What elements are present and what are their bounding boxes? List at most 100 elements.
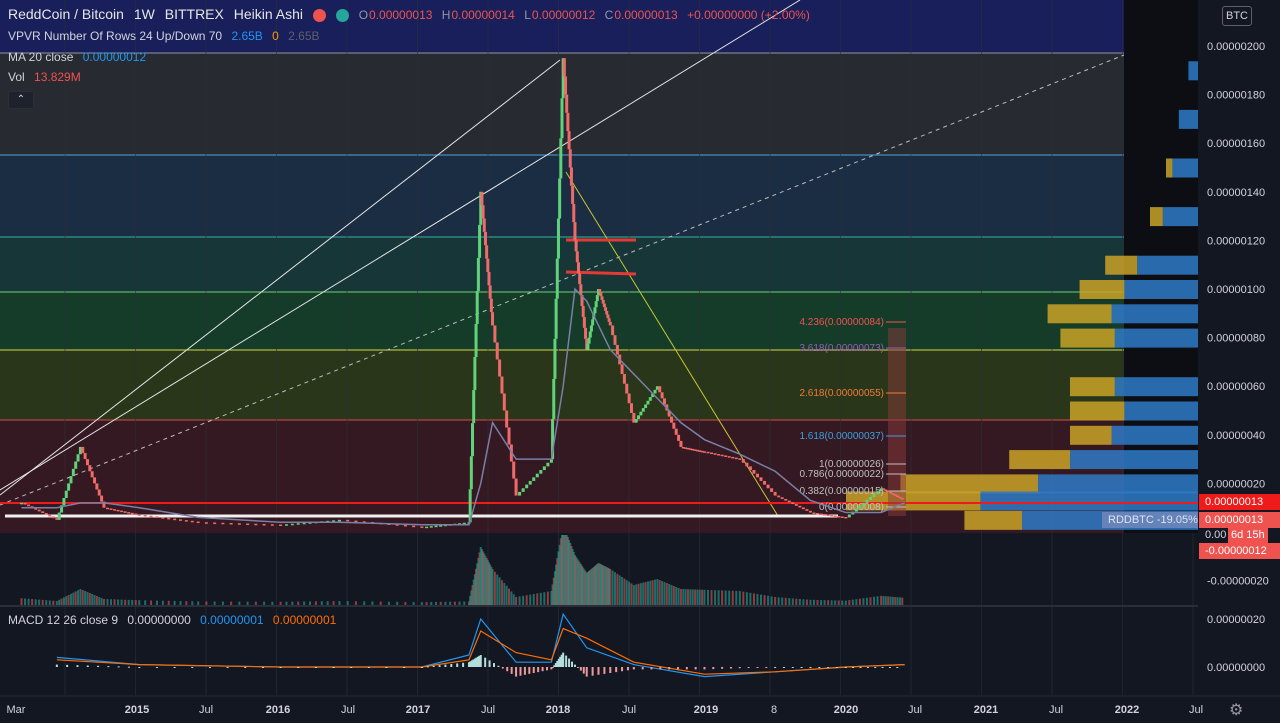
volume-bar xyxy=(738,591,741,605)
macd-hist-bar xyxy=(450,664,453,667)
volume-bar xyxy=(621,577,624,605)
price-candle xyxy=(500,376,504,394)
collapse-legend-button[interactable]: ⌃ xyxy=(8,91,34,109)
volume-bar xyxy=(862,598,865,605)
currency-button[interactable]: BTC xyxy=(1222,6,1252,26)
volume-bar xyxy=(167,600,170,605)
macd-hist-bar xyxy=(55,664,58,667)
volume-bar xyxy=(646,581,649,605)
price-candle xyxy=(702,451,706,453)
price-candle xyxy=(525,484,529,489)
volume-bar xyxy=(894,597,897,605)
price-candle xyxy=(559,138,563,179)
settings-gear-icon[interactable]: ⚙ xyxy=(1229,700,1243,720)
price-candle xyxy=(613,335,617,345)
alert-icon[interactable] xyxy=(312,8,326,22)
volume-bar xyxy=(834,600,837,605)
price-candle xyxy=(64,490,68,498)
price-candle xyxy=(569,167,573,186)
volume-bar xyxy=(731,590,734,605)
price-candle xyxy=(507,427,511,445)
volume-bar xyxy=(698,589,701,605)
volume-bar xyxy=(788,598,791,605)
price-candle xyxy=(773,491,777,496)
volume-bar xyxy=(79,589,82,605)
macd-hist-bar xyxy=(488,660,491,667)
volume-bar xyxy=(891,596,894,605)
volume-bar xyxy=(848,600,851,605)
price-candle xyxy=(562,58,566,77)
price-candle xyxy=(816,513,820,515)
price-candle xyxy=(420,526,424,528)
macd-hist-bar xyxy=(226,667,229,668)
price-candle xyxy=(674,428,678,435)
fib-level-label: 1.618(0.00000037) xyxy=(799,431,884,442)
volume-bar xyxy=(98,597,101,605)
volume-bar xyxy=(505,585,508,605)
vpvr-down-bar xyxy=(1009,450,1070,470)
volume-bar xyxy=(512,594,515,605)
volume-bar xyxy=(430,602,433,605)
macd-hist-bar xyxy=(874,667,877,668)
vpvr-up-bar xyxy=(1124,401,1198,421)
ma-legend[interactable]: MA 20 close 0.00000012 xyxy=(8,50,152,64)
volume-bar xyxy=(439,601,442,605)
price-candle xyxy=(591,319,595,326)
price-candle xyxy=(575,251,579,263)
macd-hist-bar xyxy=(881,667,884,668)
ma-name: MA 20 close xyxy=(8,50,74,64)
volume-bar xyxy=(131,599,134,605)
macd-hist-bar xyxy=(738,667,741,669)
volume-bar xyxy=(791,598,794,605)
macd-hist-bar xyxy=(426,666,429,668)
vpvr-up: 2.65B xyxy=(231,29,263,43)
time-axis-tick: 2020 xyxy=(834,704,858,716)
price-candle xyxy=(615,344,619,355)
vpvr-up-bar xyxy=(1111,304,1198,324)
price-candle xyxy=(48,514,52,517)
fib-zone xyxy=(0,350,1124,420)
symbol-name[interactable]: ReddCoin / Bitcoin xyxy=(8,6,124,22)
vpvr-legend[interactable]: VPVR Number Of Rows 24 Up/Down 70 2.65B … xyxy=(8,29,326,43)
vpvr-down-bar xyxy=(1150,207,1163,227)
volume-bar xyxy=(52,600,55,605)
macd-hist-bar xyxy=(576,667,579,668)
volume-bar xyxy=(20,598,23,605)
price-candle xyxy=(480,191,484,206)
vol-legend[interactable]: Vol 13.829M xyxy=(8,70,87,84)
vpvr-up-bar xyxy=(1070,450,1198,470)
macd-hist-bar xyxy=(676,667,679,670)
volume-bar xyxy=(387,601,390,605)
macd-legend[interactable]: MACD 12 26 close 9 0.00000000 0.00000001… xyxy=(8,613,342,627)
price-candle xyxy=(173,518,177,521)
macd-hist-bar xyxy=(532,667,535,673)
price-candle xyxy=(155,516,159,518)
status-icon[interactable] xyxy=(335,8,349,22)
volume-bar xyxy=(777,597,780,605)
volume-bar xyxy=(816,599,819,605)
macd-hist-bar xyxy=(573,664,576,667)
price-candle xyxy=(555,258,559,299)
macd-hist-bar xyxy=(632,667,635,670)
price-candle xyxy=(752,470,756,474)
volume-bar xyxy=(616,573,619,605)
macd-hist-bar xyxy=(510,667,513,674)
price-axis-tick: -0.00000020 xyxy=(1207,576,1269,588)
price-candle xyxy=(254,523,258,526)
volume-bar xyxy=(144,600,147,605)
volume-bar xyxy=(767,595,770,605)
volume-bar xyxy=(525,595,528,605)
price-candle xyxy=(161,517,165,519)
price-candle xyxy=(565,94,569,113)
macd-hist-bar xyxy=(888,667,891,668)
price-candle xyxy=(471,423,475,457)
interval[interactable]: 1W xyxy=(134,6,155,22)
price-candle xyxy=(475,290,479,324)
price-candle xyxy=(734,457,738,460)
volume-bar xyxy=(309,601,312,605)
volume-bar xyxy=(763,595,766,605)
price-candle xyxy=(576,262,580,274)
price-candle xyxy=(646,400,650,405)
time-axis-tick: 2016 xyxy=(266,704,290,716)
macd-hist-bar xyxy=(621,667,624,672)
